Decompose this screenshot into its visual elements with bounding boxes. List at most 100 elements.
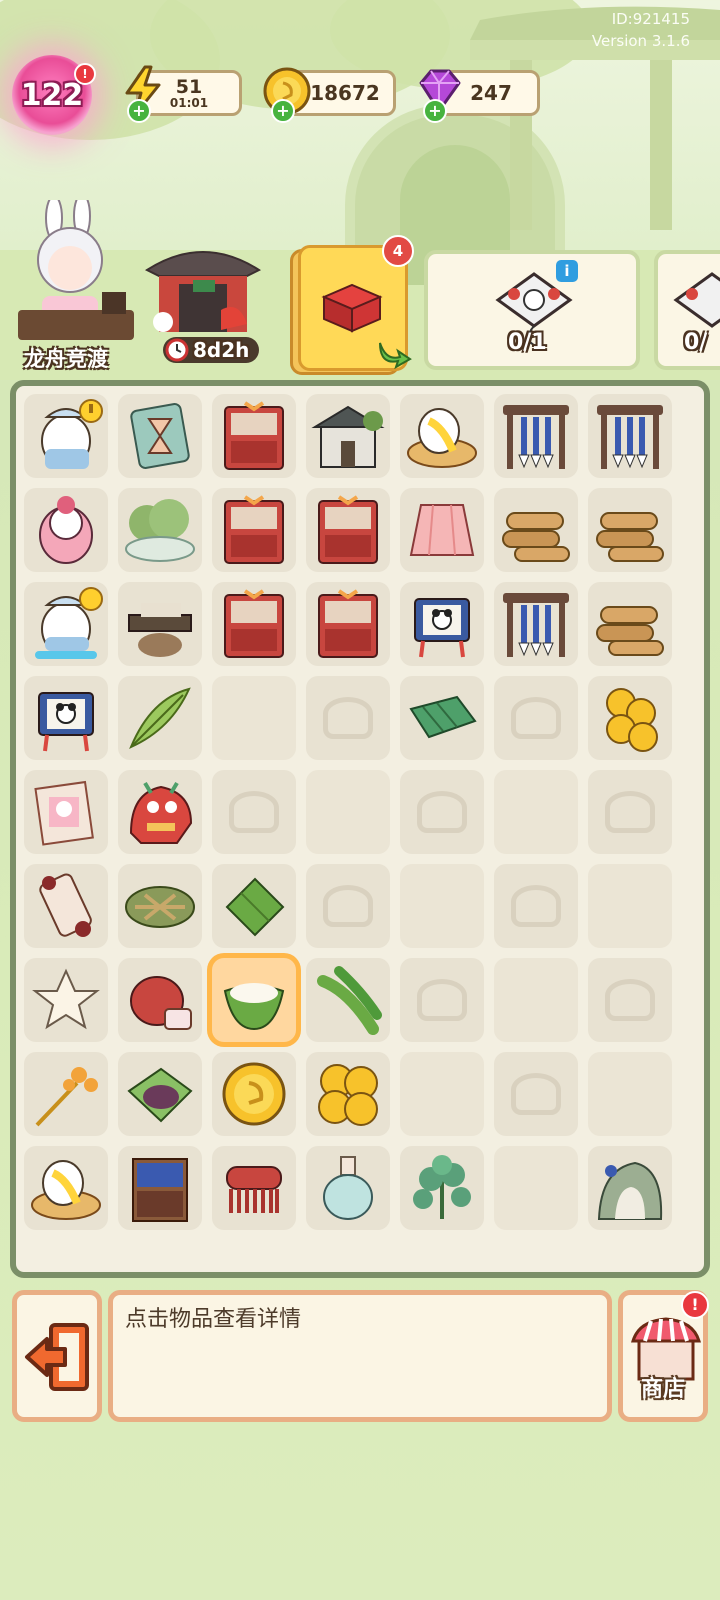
- board-item-leaf-tray[interactable]: [118, 864, 202, 948]
- board-item-bookshelf[interactable]: [118, 1146, 202, 1230]
- duck-courier-icon: [41, 399, 103, 469]
- gem-counter[interactable]: + 247: [419, 69, 540, 123]
- empty-slot[interactable]: [494, 864, 578, 948]
- empty-slot[interactable]: [494, 676, 578, 760]
- open-slot[interactable]: [494, 1146, 578, 1230]
- board-item-red-cabinet[interactable]: [212, 582, 296, 666]
- gift-count-badge: 4: [382, 235, 414, 267]
- board-item-duck-courier-b[interactable]: [24, 582, 108, 666]
- open-slot[interactable]: [400, 1052, 484, 1136]
- board-item-bean-zongzi[interactable]: [118, 1052, 202, 1136]
- board-item-duck-scroll[interactable]: [24, 770, 108, 854]
- board-item-vase[interactable]: [306, 1146, 390, 1230]
- tree-cloud-icon: [125, 499, 195, 562]
- coin-pile-icon: [318, 1064, 378, 1126]
- open-slot[interactable]: [494, 770, 578, 854]
- shop-building[interactable]: 8d2h: [143, 240, 263, 365]
- empty-slot[interactable]: [306, 864, 390, 948]
- board-item-zongzi-bowl[interactable]: [212, 958, 296, 1042]
- empty-slot[interactable]: [588, 958, 672, 1042]
- brush-rack-icon: [597, 405, 663, 469]
- duck-scroll-icon: [34, 780, 94, 846]
- zongzi-bowl-icon: [223, 983, 285, 1031]
- player-id: ID:921415: [611, 10, 690, 28]
- empty-slot[interactable]: [306, 676, 390, 760]
- leaf-tray-icon: [125, 886, 195, 928]
- event-name: 龙舟竞渡: [24, 347, 108, 371]
- open-slot[interactable]: [400, 864, 484, 948]
- board-item-stone-house[interactable]: [306, 394, 390, 478]
- board-item-duck-drum[interactable]: [24, 1146, 108, 1230]
- board-item-panda-scroll[interactable]: [400, 582, 484, 666]
- board-item-red-cabinet[interactable]: [212, 488, 296, 572]
- red-cabinet-icon: [318, 589, 378, 658]
- board-item-log-pile[interactable]: [588, 488, 672, 572]
- board-item-reed-leaves[interactable]: [306, 958, 390, 1042]
- empty-slot[interactable]: [400, 770, 484, 854]
- board-item-log-pile[interactable]: [588, 582, 672, 666]
- open-slot[interactable]: [588, 864, 672, 948]
- board-item-pink-skirt[interactable]: [400, 488, 484, 572]
- board-item-bamboo-leaf[interactable]: [118, 676, 202, 760]
- red-gift-box-icon: [321, 283, 383, 333]
- version-label: Version 3.1.6: [591, 32, 690, 50]
- gift-box-card[interactable]: 4: [290, 235, 414, 375]
- hourglass-scroll-icon: [130, 403, 190, 469]
- empty-slot[interactable]: [494, 1052, 578, 1136]
- board-item-tree-cloud[interactable]: [118, 488, 202, 572]
- board-item-leaf-bundle[interactable]: [400, 676, 484, 760]
- item-info-panel: 点击物品查看详情: [108, 1290, 612, 1422]
- board-item-dough-star[interactable]: [24, 958, 108, 1042]
- coin-counter[interactable]: + 18672: [263, 67, 396, 123]
- open-slot[interactable]: [212, 676, 296, 760]
- duck-courier-b-icon: [35, 587, 103, 659]
- board-item-coin-stack[interactable]: [588, 676, 672, 760]
- board-item-red-cabinet[interactable]: [306, 488, 390, 572]
- board-item-paper-roll[interactable]: [24, 864, 108, 948]
- task-card[interactable]: i 0/1: [424, 250, 640, 370]
- board-item-zongzi[interactable]: [212, 864, 296, 948]
- dough-star-icon: [32, 968, 100, 1030]
- task-card[interactable]: 0/: [654, 250, 720, 370]
- board-item-stone-cave[interactable]: [588, 1146, 672, 1230]
- add-gems-button[interactable]: +: [423, 99, 447, 123]
- board-item-rice-sack[interactable]: [118, 958, 202, 1042]
- board-item-red-cabinet[interactable]: [306, 582, 390, 666]
- board-item-red-cabinet[interactable]: [212, 394, 296, 478]
- board-item-brush-rack[interactable]: [494, 394, 578, 478]
- board-item-coin[interactable]: [212, 1052, 296, 1136]
- board-item-coin-pile[interactable]: [306, 1052, 390, 1136]
- add-energy-button[interactable]: +: [127, 99, 151, 123]
- coin-stack-icon: [606, 688, 658, 752]
- event-dragon-boat[interactable]: 龙舟竞渡: [16, 193, 136, 371]
- open-slot[interactable]: [494, 958, 578, 1042]
- board-item-herb[interactable]: [400, 1146, 484, 1230]
- store-label: 商店: [640, 1377, 685, 1402]
- store-button[interactable]: ! 商店: [618, 1290, 709, 1422]
- pink-skirt-icon: [409, 504, 475, 556]
- open-slot[interactable]: [588, 1052, 672, 1136]
- board-item-hourglass-scroll[interactable]: [118, 394, 202, 478]
- open-slot[interactable]: [306, 770, 390, 854]
- add-coins-button[interactable]: +: [271, 99, 295, 123]
- board-item-duck-drum[interactable]: [400, 394, 484, 478]
- board-item-hairpin[interactable]: [24, 1052, 108, 1136]
- board-item-log-pile[interactable]: [494, 488, 578, 572]
- herb-icon: [413, 1155, 471, 1219]
- board-item-brush-rack[interactable]: [588, 394, 672, 478]
- empty-slot[interactable]: [212, 770, 296, 854]
- board-item-duck-courier[interactable]: [24, 394, 108, 478]
- ink-desk-icon: [128, 603, 192, 657]
- exit-button[interactable]: [12, 1290, 102, 1422]
- board-item-comb[interactable]: [212, 1146, 296, 1230]
- board-item-dragon-head[interactable]: [118, 770, 202, 854]
- energy-counter[interactable]: + 51 01:01: [125, 65, 242, 123]
- empty-slot[interactable]: [588, 770, 672, 854]
- empty-slot[interactable]: [400, 958, 484, 1042]
- board-item-brush-rack[interactable]: [494, 582, 578, 666]
- player-level-badge[interactable]: 122 !: [12, 55, 96, 135]
- board-item-duck-grandma[interactable]: [24, 488, 108, 572]
- task-progress: 0/: [684, 330, 708, 355]
- board-item-panda-scroll[interactable]: [24, 676, 108, 760]
- board-item-ink-desk[interactable]: [118, 582, 202, 666]
